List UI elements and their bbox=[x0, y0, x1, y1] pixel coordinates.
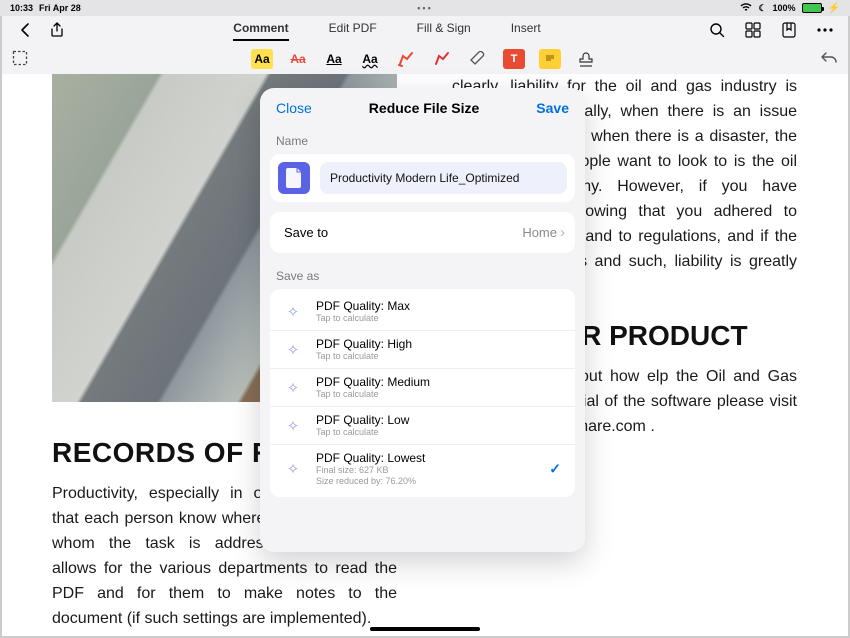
quality-subline: Tap to calculate bbox=[316, 313, 410, 324]
quality-subline: Tap to calculate bbox=[316, 389, 430, 400]
compress-icon: ✧ bbox=[282, 339, 304, 361]
quality-options-list: ✧ PDF Quality: Max Tap to calculate ✧ PD… bbox=[270, 289, 575, 497]
underline-tool[interactable]: Aa bbox=[323, 49, 345, 69]
status-center-dots: ••• bbox=[417, 3, 432, 13]
reduce-file-size-sheet: Close Reduce File Size Save Name Product… bbox=[260, 88, 585, 552]
battery-percent: 100% bbox=[773, 3, 796, 13]
strikethrough-tool[interactable]: Aa bbox=[287, 49, 309, 69]
stamp-tool[interactable] bbox=[575, 49, 597, 69]
do-not-disturb-icon: ☾ bbox=[758, 3, 766, 14]
compress-icon: ✧ bbox=[282, 377, 304, 399]
undo-button[interactable] bbox=[820, 50, 838, 69]
battery-icon bbox=[802, 3, 822, 13]
pdf-file-icon bbox=[278, 162, 310, 194]
quality-subline-2: Size reduced by: 76.20% bbox=[316, 476, 425, 487]
highlight-tool[interactable]: Aa bbox=[251, 49, 273, 69]
wifi-icon bbox=[740, 2, 752, 15]
text-box-tool[interactable]: T bbox=[503, 49, 525, 69]
bookmark-panel-button[interactable] bbox=[778, 19, 800, 41]
thumbnails-button[interactable] bbox=[742, 19, 764, 41]
tab-comment[interactable]: Comment bbox=[233, 21, 288, 39]
compress-icon: ✧ bbox=[282, 415, 304, 437]
squiggly-tool[interactable]: Aa bbox=[359, 49, 381, 69]
status-date: Fri Apr 28 bbox=[39, 3, 81, 13]
status-time: 10:33 bbox=[10, 3, 33, 13]
tab-insert[interactable]: Insert bbox=[511, 21, 541, 39]
tab-edit-pdf[interactable]: Edit PDF bbox=[329, 21, 377, 39]
eraser-tool[interactable] bbox=[467, 49, 489, 69]
share-button[interactable] bbox=[46, 19, 68, 41]
quality-subline: Tap to calculate bbox=[316, 427, 409, 438]
area-highlight-tool-red[interactable] bbox=[395, 49, 417, 69]
compress-icon: ✧ bbox=[282, 458, 304, 480]
ipad-status-bar: 10:33 Fri Apr 28 ••• ☾ 100% ⚡ bbox=[0, 0, 850, 16]
more-button[interactable] bbox=[814, 19, 836, 41]
compress-icon: ✧ bbox=[282, 301, 304, 323]
quality-option-low[interactable]: ✧ PDF Quality: Low Tap to calculate bbox=[270, 406, 575, 444]
checkmark-icon: ✓ bbox=[549, 461, 561, 478]
quality-subline-1: Final size: 627 KB bbox=[316, 465, 425, 476]
quality-option-lowest[interactable]: ✧ PDF Quality: Lowest Final size: 627 KB… bbox=[270, 444, 575, 493]
filename-field[interactable]: Productivity Modern Life_Optimized bbox=[320, 162, 567, 194]
tab-fill-sign[interactable]: Fill & Sign bbox=[417, 21, 471, 39]
quality-title: PDF Quality: High bbox=[316, 337, 412, 351]
save-to-label: Save to bbox=[284, 225, 328, 240]
quality-subline: Tap to calculate bbox=[316, 351, 412, 362]
save-to-value: Home bbox=[522, 225, 557, 240]
quality-title: PDF Quality: Low bbox=[316, 413, 409, 427]
app-top-bar: Comment Edit PDF Fill & Sign Insert bbox=[2, 16, 848, 44]
modal-title: Reduce File Size bbox=[369, 100, 479, 116]
charging-icon: ⚡ bbox=[828, 3, 840, 14]
quality-option-high[interactable]: ✧ PDF Quality: High Tap to calculate bbox=[270, 330, 575, 368]
quality-title: PDF Quality: Medium bbox=[316, 375, 430, 389]
save-as-section-label: Save as bbox=[260, 263, 585, 289]
quality-title: PDF Quality: Lowest bbox=[316, 451, 425, 465]
close-button[interactable]: Close bbox=[276, 100, 312, 116]
save-button[interactable]: Save bbox=[536, 100, 569, 116]
chevron-right-icon: › bbox=[560, 224, 565, 241]
back-button[interactable] bbox=[14, 19, 36, 41]
sticky-note-tool[interactable] bbox=[539, 49, 561, 69]
search-button[interactable] bbox=[706, 19, 728, 41]
pencil-tool[interactable] bbox=[431, 49, 453, 69]
save-to-row[interactable]: Save to Home › bbox=[270, 212, 575, 253]
top-tabs: Comment Edit PDF Fill & Sign Insert bbox=[78, 21, 696, 39]
quality-option-max[interactable]: ✧ PDF Quality: Max Tap to calculate bbox=[270, 293, 575, 330]
quality-option-medium[interactable]: ✧ PDF Quality: Medium Tap to calculate bbox=[270, 368, 575, 406]
area-select-tool[interactable] bbox=[12, 50, 28, 69]
home-indicator bbox=[370, 627, 480, 631]
annotation-toolbar: Aa Aa Aa Aa T bbox=[2, 44, 848, 74]
name-section-label: Name bbox=[260, 128, 585, 154]
quality-title: PDF Quality: Max bbox=[316, 299, 410, 313]
